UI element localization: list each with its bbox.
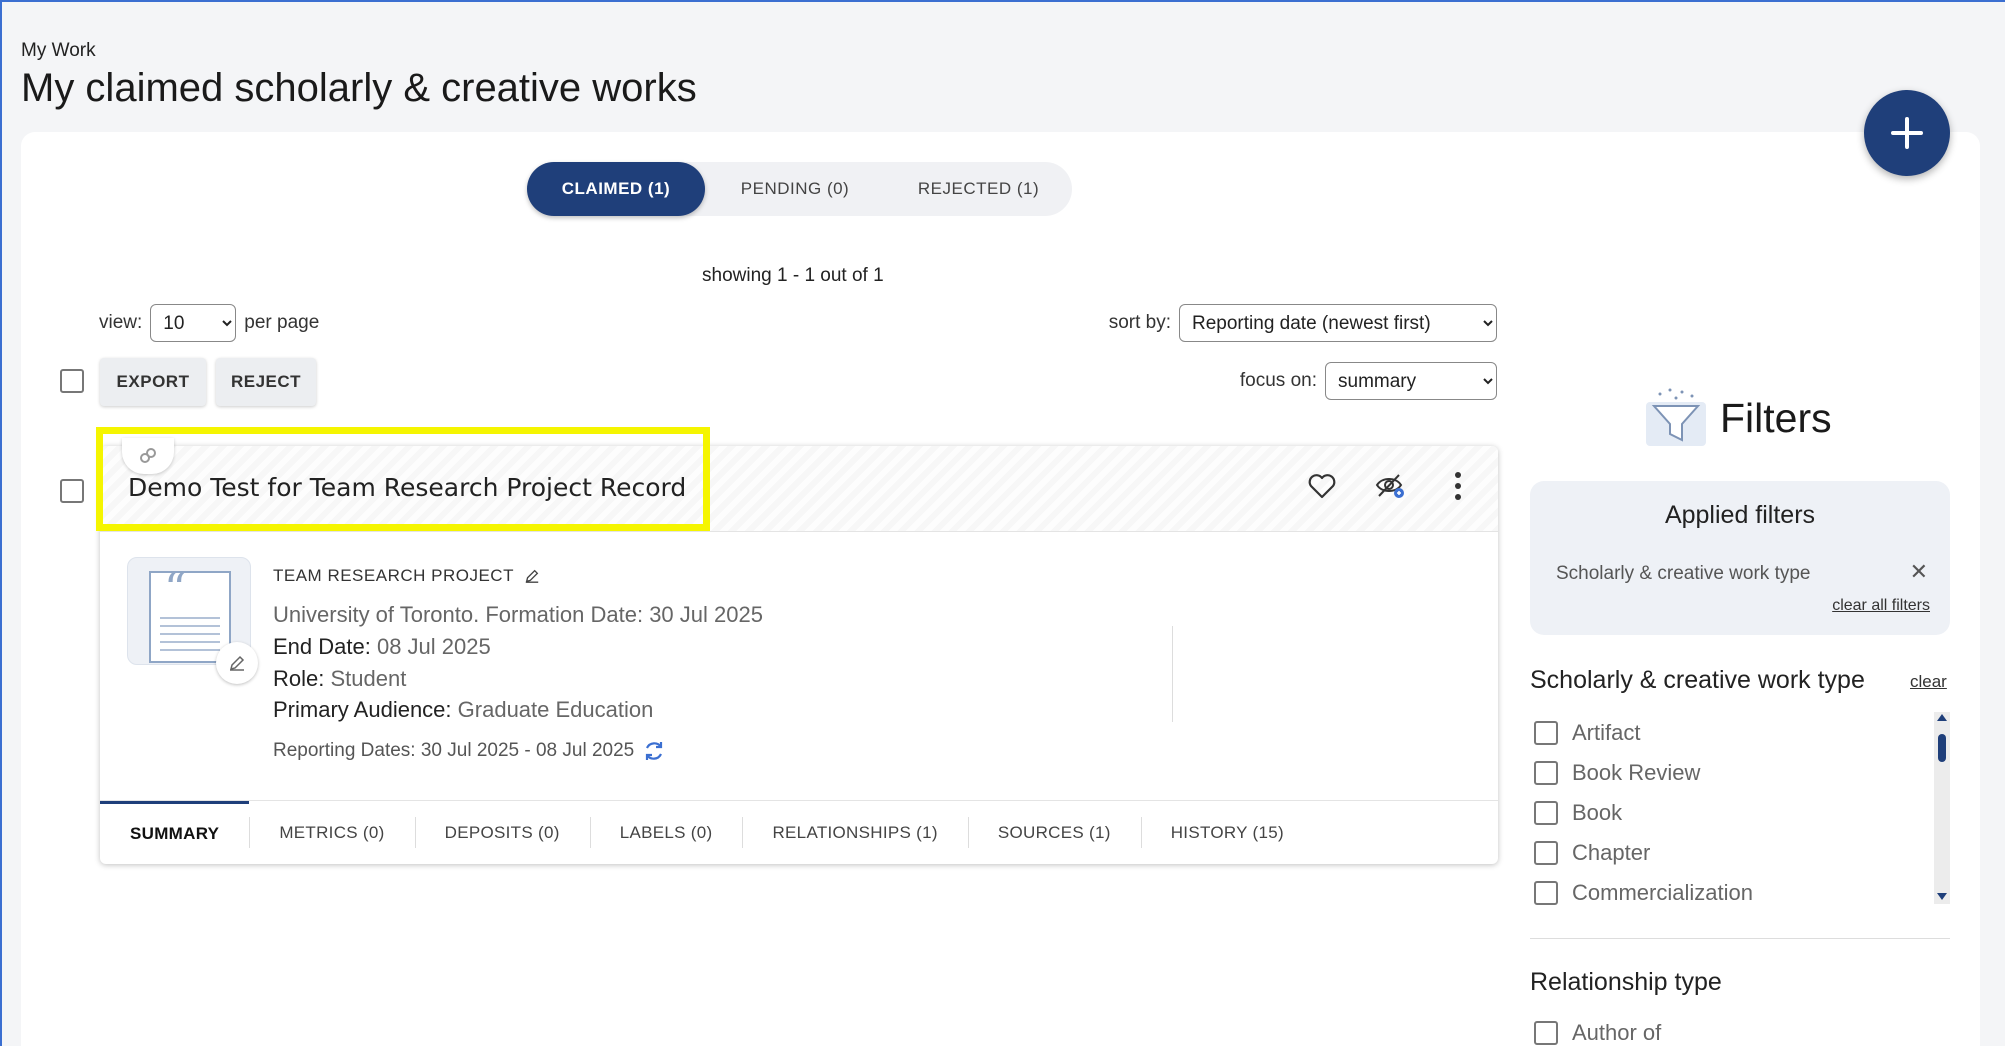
filter-option-label: Book [1572,800,1623,825]
record-audience: Primary Audience: Graduate Education [273,697,653,723]
record-tabs: SUMMARY METRICS (0) DEPOSITS (0) LABELS … [100,800,1498,864]
tab-relationships[interactable]: RELATIONSHIPS (1) [742,801,967,864]
filter-option-author-of[interactable]: Author of [1534,1020,1661,1046]
focus-select[interactable]: summary [1325,362,1497,400]
page: My Work My claimed scholarly & creative … [2,2,2005,1046]
view-label: view: [99,312,143,333]
tab-sources[interactable]: SOURCES (1) [967,801,1141,864]
status-tabs: CLAIMED (1) PENDING (0) REJECTED (1) [527,162,1072,216]
reporting-dates-text: Reporting Dates: 30 Jul 2025 - 08 Jul 20… [273,740,635,761]
funnel-icon [1646,388,1706,446]
filter-option-book-review[interactable]: Book Review [1534,760,1700,786]
filter-checkbox[interactable] [1534,721,1558,745]
filter-list-scrollbar[interactable] [1934,712,1950,904]
record-title[interactable]: Demo Test for Team Research Project Reco… [128,473,686,502]
link-icon [140,448,156,463]
remove-filter-close-icon[interactable]: ✕ [1910,559,1928,585]
filter-option-commercialization[interactable]: Commercialization [1534,880,1753,906]
divider [1530,938,1950,939]
record-header: Demo Test for Team Research Project Reco… [100,446,1498,532]
reject-button[interactable]: REJECT [216,358,316,406]
pencil-icon [229,655,245,671]
role-value: Student [330,666,407,691]
record-role: Role: Student [273,666,406,692]
filter-option-book[interactable]: Book [1534,800,1622,826]
filter-checkbox[interactable] [1534,801,1558,825]
filter-checkbox[interactable] [1534,841,1558,865]
record-checkbox[interactable] [60,479,84,503]
end-date-label: End Date: [273,634,371,659]
filter-option-label: Chapter [1572,840,1651,865]
record-type-label: TEAM RESEARCH PROJECT [273,566,514,585]
scroll-up-arrow-icon[interactable] [1937,714,1947,721]
clear-all-filters-link[interactable]: clear all filters [1832,597,1930,615]
tab-labels[interactable]: LABELS (0) [589,801,743,864]
filter-checkbox[interactable] [1534,761,1558,785]
tab-metrics[interactable]: METRICS (0) [249,801,414,864]
per-page-select[interactable]: 10 [150,304,237,342]
plus-icon [1891,117,1923,149]
filter-option-chapter[interactable]: Chapter [1534,840,1650,866]
focus-control: focus on: summary [1240,362,1497,400]
tab-deposits[interactable]: DEPOSITS (0) [414,801,590,864]
filter-checkbox[interactable] [1534,881,1558,905]
tab-history[interactable]: HISTORY (15) [1140,801,1314,864]
add-work-button[interactable] [1864,90,1950,176]
tab-rejected[interactable]: REJECTED (1) [885,162,1072,216]
audience-label: Primary Audience: [273,697,452,722]
filter-group-clear-link[interactable]: clear [1910,672,1947,692]
edit-thumbnail-button[interactable] [216,642,258,684]
role-label: Role: [273,666,325,691]
scrollbar-thumb[interactable] [1938,734,1946,762]
filter-option-artifact[interactable]: Artifact [1534,720,1640,746]
divider [1172,626,1173,722]
filters-header: Filters [1640,386,1832,450]
sort-select[interactable]: Reporting date (newest first) [1179,304,1497,342]
record-actions [1306,470,1474,502]
applied-filters-title: Applied filters [1664,501,1816,529]
filter-group-relationship-title: Relationship type [1530,968,1722,996]
filter-checkbox[interactable] [1534,1021,1558,1045]
filter-option-label: Artifact [1572,720,1641,745]
filter-option-label: Author of [1572,1020,1662,1045]
hide-eye-icon[interactable] [1374,470,1406,502]
svg-text:“: “ [164,564,187,615]
reporting-dates: Reporting Dates: 30 Jul 2025 - 08 Jul 20… [273,739,666,763]
sort-label: sort by: [1108,312,1171,333]
breadcrumb[interactable]: My Work [21,40,96,62]
results-count: showing 1 - 1 out of 1 [702,265,884,286]
applied-filters-panel: Applied filters Scholarly & creative wor… [1530,481,1950,635]
scroll-down-arrow-icon[interactable] [1937,893,1947,900]
filter-option-label: Book Review [1572,760,1701,785]
linked-record-icon[interactable] [122,438,174,474]
sort-control: sort by: Reporting date (newest first) [1109,304,1497,342]
export-button[interactable]: EXPORT [100,358,206,406]
record-card: Demo Test for Team Research Project Reco… [100,446,1498,864]
heart-icon[interactable] [1306,470,1338,502]
select-all-checkbox[interactable] [60,369,84,393]
tab-pending[interactable]: PENDING (0) [705,162,885,216]
per-page-label: per page [244,312,320,333]
edit-type-pencil-icon[interactable] [524,568,540,584]
filter-group-work-type-title: Scholarly & creative work type [1530,666,1865,694]
audience-value: Graduate Education [457,697,654,722]
per-page-control: view: 10 per page [99,304,319,342]
record-affiliation: University of Toronto. Formation Date: 3… [273,602,763,627]
applied-filter-chip: Scholarly & creative work type [1556,563,1811,584]
record-end-date: End Date: 08 Jul 2025 [273,634,491,660]
refresh-icon[interactable] [642,739,666,763]
filter-option-label: Commercialization [1572,880,1753,905]
filters-title: Filters [1720,394,1832,441]
tab-claimed[interactable]: CLAIMED (1) [527,162,705,216]
end-date-value: 08 Jul 2025 [376,634,491,659]
focus-label: focus on: [1239,370,1317,391]
record-type: TEAM RESEARCH PROJECT [273,566,540,586]
tab-summary[interactable]: SUMMARY [100,801,250,864]
page-title: My claimed scholarly & creative works [21,66,697,110]
more-vertical-icon[interactable] [1442,470,1474,502]
